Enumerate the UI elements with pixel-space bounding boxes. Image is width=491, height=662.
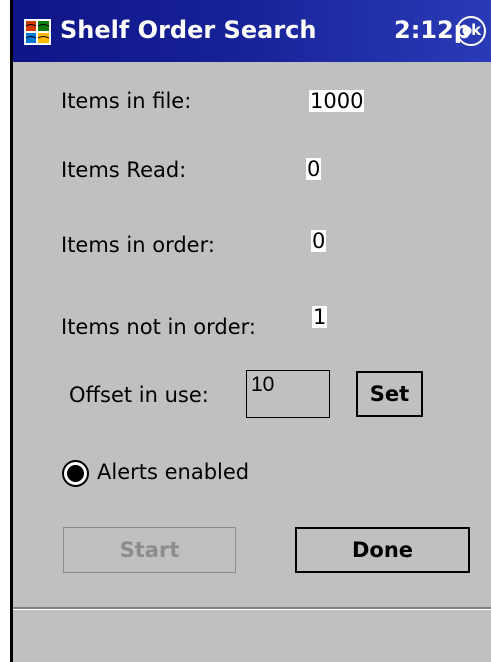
alerts-radio[interactable]	[62, 460, 89, 487]
items-read-label: Items Read:	[61, 158, 187, 182]
items-not-in-order-value: 1	[312, 305, 328, 329]
pocketpc-screen: Shelf Order Search 2:12p ok Items in fil…	[10, 0, 491, 662]
items-not-in-order-label: Items not in order:	[61, 315, 257, 339]
done-button[interactable]: Done	[295, 527, 470, 573]
window-title: Shelf Order Search	[60, 16, 317, 44]
set-button[interactable]: Set	[356, 371, 423, 417]
alerts-label[interactable]: Alerts enabled	[97, 459, 249, 485]
windows-flag-icon[interactable]	[24, 19, 51, 45]
items-in-order-value: 0	[311, 229, 327, 253]
title-bar: Shelf Order Search 2:12p ok	[10, 0, 491, 62]
menu-bar[interactable]	[13, 610, 491, 662]
offset-label: Offset in use:	[69, 383, 209, 407]
items-in-file-label: Items in file:	[61, 89, 192, 113]
items-read-value: 0	[306, 157, 322, 181]
ok-button[interactable]: ok	[456, 16, 486, 46]
items-in-file-value: 1000	[309, 89, 365, 113]
start-button: Start	[63, 527, 236, 573]
items-in-order-label: Items in order:	[61, 233, 215, 257]
offset-field[interactable]: 10	[246, 370, 330, 418]
